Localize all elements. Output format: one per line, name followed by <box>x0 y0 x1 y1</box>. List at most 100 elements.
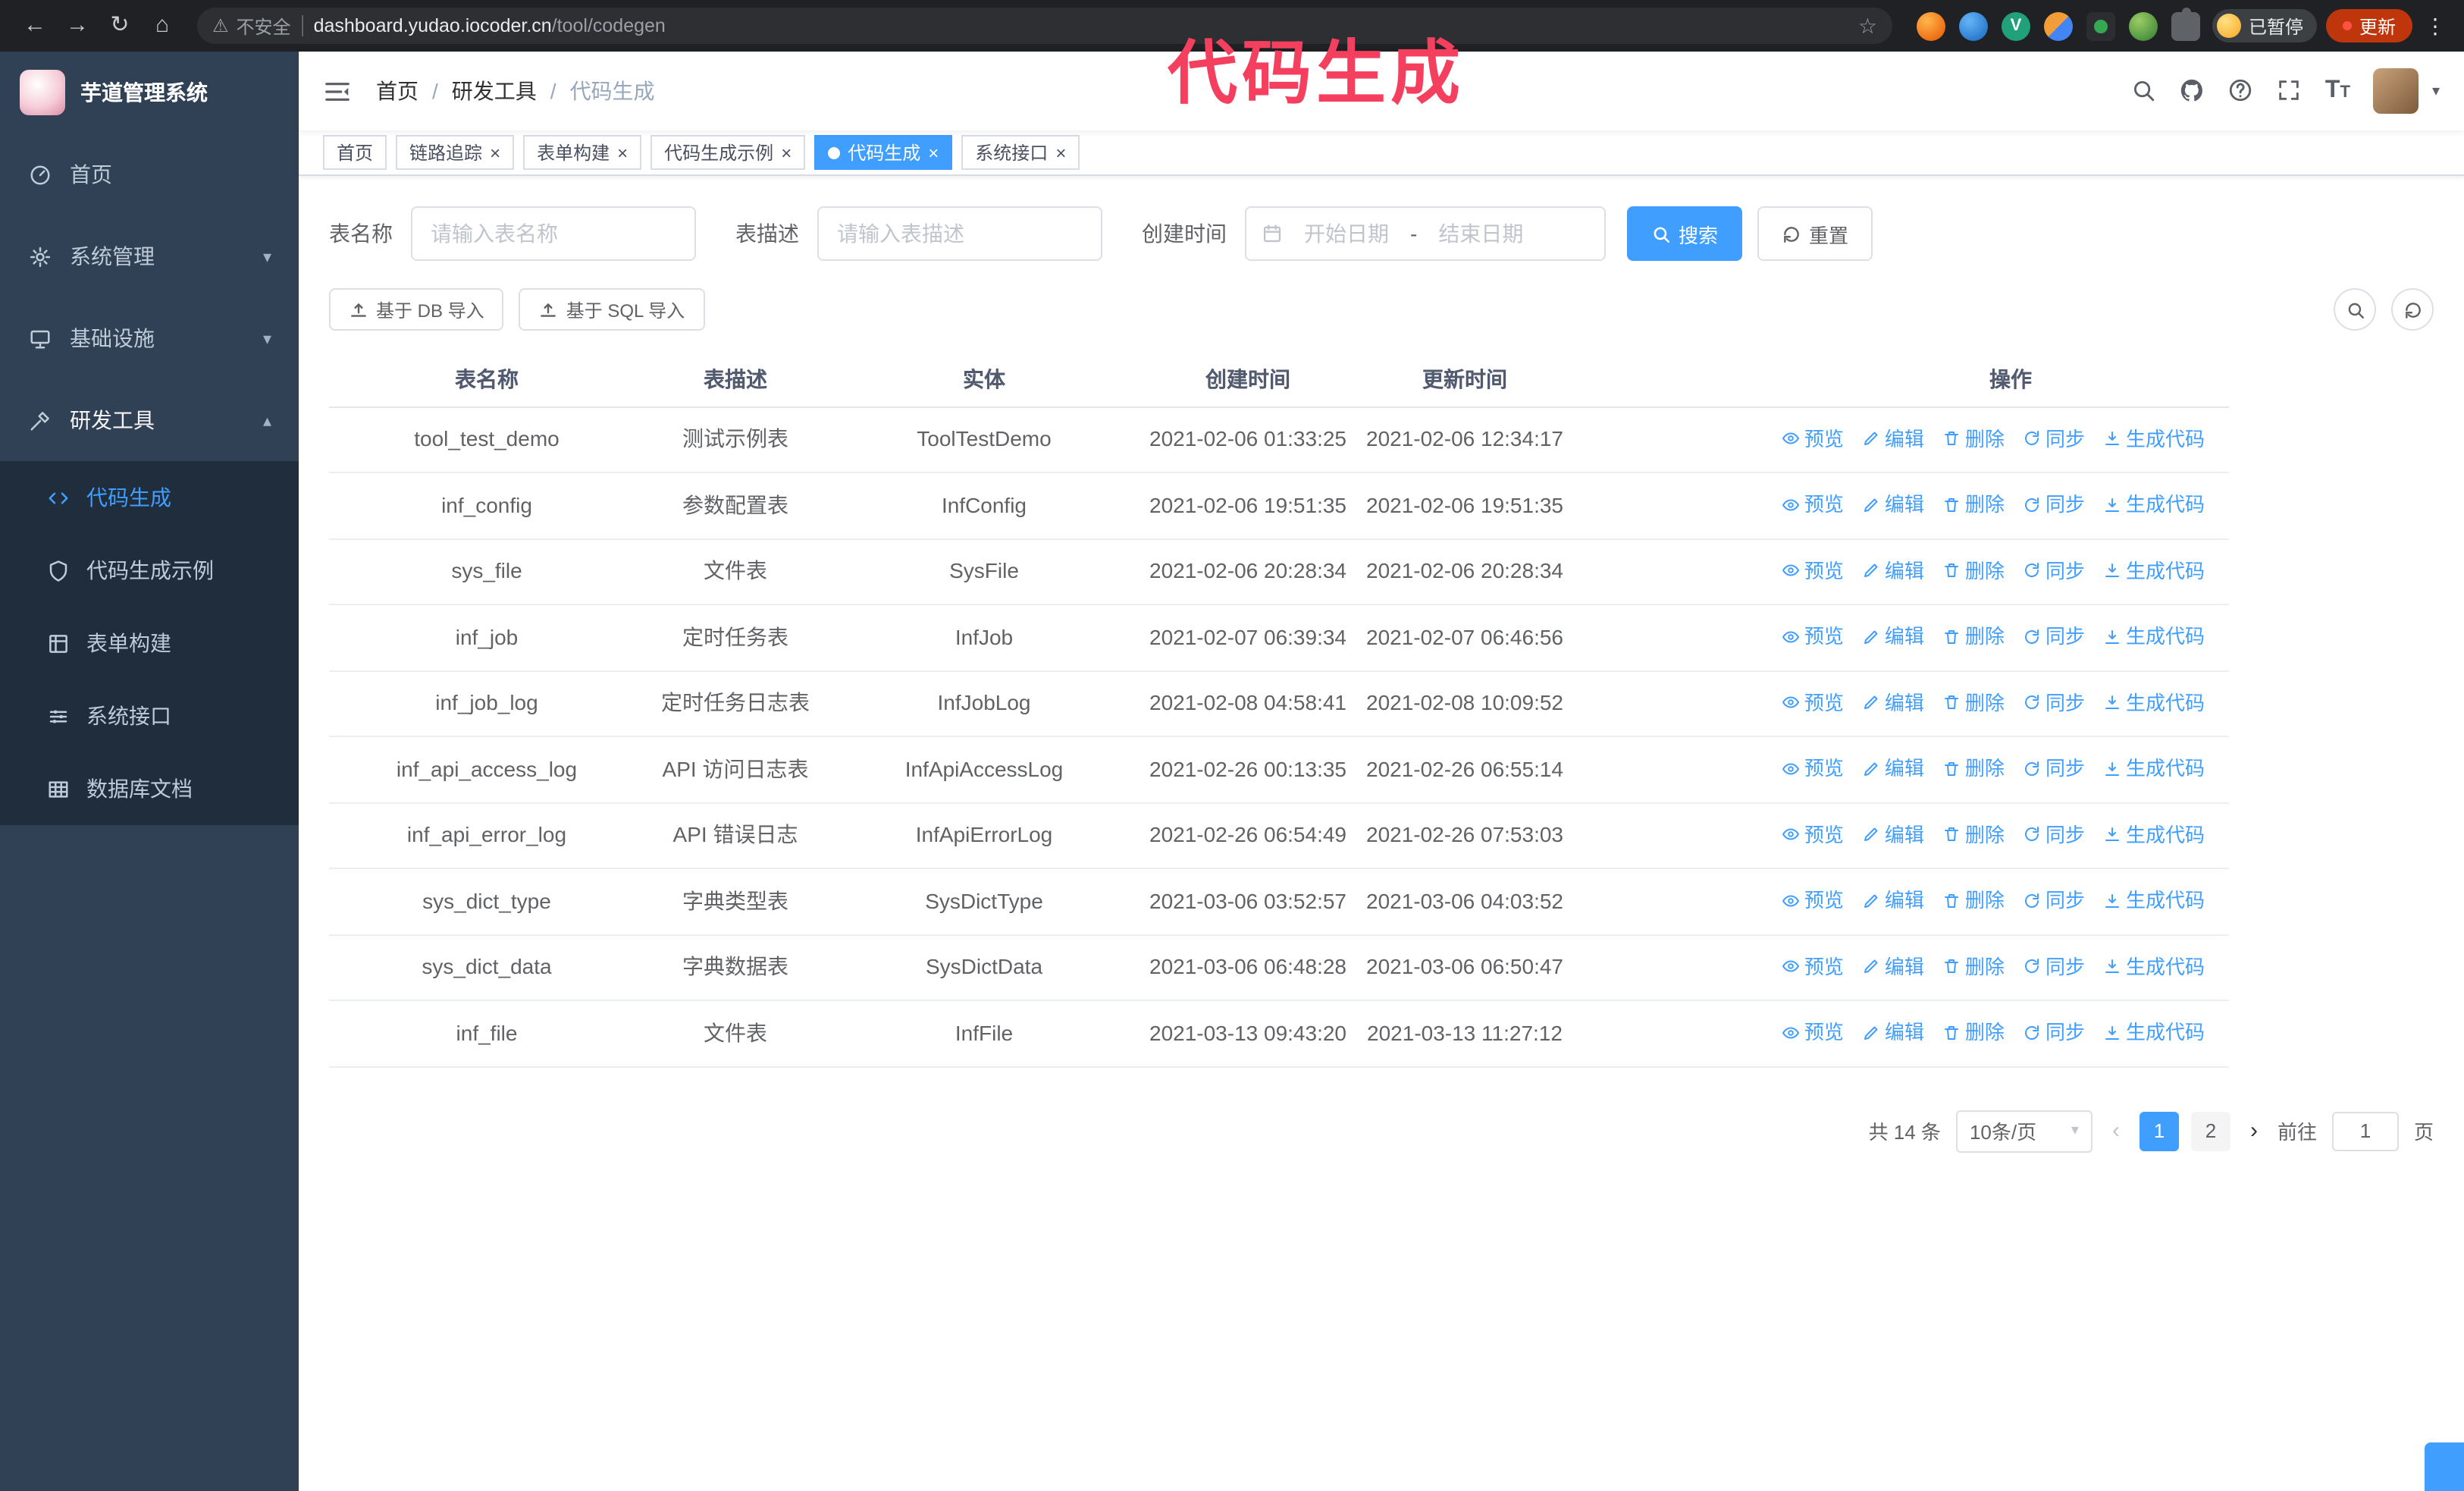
row-action-delete[interactable]: 删除 <box>1942 422 2005 454</box>
hamburger-icon[interactable] <box>323 77 352 105</box>
row-action-sync[interactable]: 同步 <box>2023 884 2085 916</box>
sidebar-subitem-0[interactable]: 代码生成 <box>0 461 299 534</box>
row-action-edit[interactable]: 编辑 <box>1862 686 1924 718</box>
row-action-download[interactable]: 生成代码 <box>2103 620 2205 652</box>
row-action-edit[interactable]: 编辑 <box>1862 752 1924 784</box>
bookmark-star-icon[interactable]: ☆ <box>1858 13 1877 39</box>
row-action-eye[interactable]: 预览 <box>1782 884 1844 916</box>
users-extension-icon[interactable] <box>2043 11 2073 40</box>
chevron-down-icon[interactable]: ▾ <box>2432 83 2440 99</box>
table-name-input[interactable] <box>411 206 696 261</box>
breadcrumb-item[interactable]: 首页 <box>376 76 419 106</box>
row-action-sync[interactable]: 同步 <box>2023 422 2085 454</box>
sidebar-item-3[interactable]: 研发工具 ▴ <box>0 379 299 461</box>
row-action-eye[interactable]: 预览 <box>1782 422 1844 454</box>
home-icon[interactable]: ⌂ <box>143 6 182 46</box>
row-action-sync[interactable]: 同步 <box>2023 1016 2085 1048</box>
row-action-sync[interactable]: 同步 <box>2023 950 2085 982</box>
leaf-extension-icon[interactable] <box>2128 11 2158 40</box>
close-icon[interactable]: × <box>928 143 939 162</box>
row-action-eye[interactable]: 预览 <box>1782 620 1844 652</box>
row-action-eye[interactable]: 预览 <box>1782 818 1844 850</box>
row-action-edit[interactable]: 编辑 <box>1862 1016 1924 1048</box>
date-range-picker[interactable]: 开始日期 - 结束日期 <box>1245 206 1606 261</box>
reload-icon[interactable]: ↻ <box>100 6 140 46</box>
row-action-eye[interactable]: 预览 <box>1782 1016 1844 1048</box>
row-action-sync[interactable]: 同步 <box>2023 620 2085 652</box>
user-avatar[interactable] <box>2372 68 2419 114</box>
row-action-edit[interactable]: 编辑 <box>1862 488 1924 520</box>
search-button[interactable]: 搜索 <box>1627 206 1743 261</box>
close-icon[interactable]: × <box>490 143 500 162</box>
puzzle-extensions-icon[interactable] <box>2171 7 2200 40</box>
page-button-2[interactable]: 2 <box>2190 1111 2230 1150</box>
row-action-download[interactable]: 生成代码 <box>2103 884 2205 916</box>
forward-icon[interactable]: → <box>58 6 97 46</box>
browser-menu-icon[interactable]: ⋮ <box>2422 13 2449 39</box>
tab-1[interactable]: 链路追踪 × <box>396 135 515 170</box>
row-action-eye[interactable]: 预览 <box>1782 554 1844 586</box>
sidebar-subitem-2[interactable]: 表单构建 <box>0 607 299 680</box>
fullscreen-icon[interactable] <box>2277 77 2303 105</box>
row-action-delete[interactable]: 删除 <box>1942 488 2005 520</box>
browser-update-button[interactable]: 更新 <box>2325 9 2412 42</box>
page-size-select[interactable]: 10条/页 ▾ <box>1955 1110 2093 1152</box>
backtop-button[interactable] <box>2425 1442 2464 1491</box>
table-desc-input[interactable] <box>817 206 1102 261</box>
tab-0[interactable]: 首页 <box>323 135 387 170</box>
row-action-eye[interactable]: 预览 <box>1782 488 1844 520</box>
goto-page-input[interactable] <box>2331 1111 2399 1150</box>
sidebar-item-0[interactable]: 首页 <box>0 133 299 215</box>
row-action-sync[interactable]: 同步 <box>2023 818 2085 850</box>
tab-5[interactable]: 系统接口 × <box>961 135 1080 170</box>
reset-button[interactable]: 重置 <box>1757 206 1873 261</box>
row-action-delete[interactable]: 删除 <box>1942 554 2005 586</box>
row-action-delete[interactable]: 删除 <box>1942 620 2005 652</box>
row-action-download[interactable]: 生成代码 <box>2103 422 2205 454</box>
row-action-eye[interactable]: 预览 <box>1782 686 1844 718</box>
row-action-delete[interactable]: 删除 <box>1942 884 2005 916</box>
back-icon[interactable]: ← <box>15 6 55 46</box>
close-icon[interactable]: × <box>781 143 792 162</box>
page-button-1[interactable]: 1 <box>2139 1111 2179 1150</box>
prev-page-button[interactable]: ‹ <box>2108 1118 2124 1144</box>
row-action-edit[interactable]: 编辑 <box>1862 884 1924 916</box>
profile-paused-badge[interactable]: 已暂停 <box>2212 9 2317 42</box>
row-action-download[interactable]: 生成代码 <box>2103 488 2205 520</box>
tab-4[interactable]: 代码生成 × <box>814 135 953 170</box>
import-sql-button[interactable]: 基于 SQL 导入 <box>519 288 705 331</box>
address-bar[interactable]: ⚠ 不安全 dashboard.yudao.iocoder.cn/tool/co… <box>197 8 1892 44</box>
row-action-edit[interactable]: 编辑 <box>1862 818 1924 850</box>
import-db-button[interactable]: 基于 DB 导入 <box>329 288 504 331</box>
screenshot-extension-icon[interactable] <box>2086 11 2115 40</box>
github-icon[interactable] <box>2180 77 2205 105</box>
sidebar-subitem-3[interactable]: 系统接口 <box>0 680 299 752</box>
font-size-icon[interactable]: TT <box>2325 77 2350 105</box>
row-action-sync[interactable]: 同步 <box>2023 686 2085 718</box>
sidebar-item-2[interactable]: 基础设施 ▾ <box>0 297 299 379</box>
close-icon[interactable]: × <box>617 143 628 162</box>
sidebar-subitem-1[interactable]: 代码生成示例 <box>0 534 299 607</box>
row-action-download[interactable]: 生成代码 <box>2103 1016 2205 1048</box>
row-action-edit[interactable]: 编辑 <box>1862 554 1924 586</box>
sidebar-subitem-4[interactable]: 数据库文档 <box>0 752 299 825</box>
search-icon[interactable] <box>2131 77 2157 105</box>
close-icon[interactable]: × <box>1055 143 1066 162</box>
refresh-table-button[interactable] <box>2391 288 2434 331</box>
row-action-delete[interactable]: 删除 <box>1942 686 2005 718</box>
row-action-delete[interactable]: 删除 <box>1942 752 2005 784</box>
row-action-edit[interactable]: 编辑 <box>1862 422 1924 454</box>
fox-extension-icon[interactable] <box>1916 11 1945 40</box>
row-action-download[interactable]: 生成代码 <box>2103 950 2205 982</box>
row-action-download[interactable]: 生成代码 <box>2103 752 2205 784</box>
row-action-delete[interactable]: 删除 <box>1942 950 2005 982</box>
sidebar-logo[interactable]: 芋道管理系统 <box>0 52 299 133</box>
breadcrumb-item[interactable]: 研发工具 <box>452 76 537 106</box>
row-action-edit[interactable]: 编辑 <box>1862 950 1924 982</box>
next-page-button[interactable]: › <box>2246 1118 2262 1144</box>
tab-3[interactable]: 代码生成示例 × <box>650 135 806 170</box>
row-action-download[interactable]: 生成代码 <box>2103 686 2205 718</box>
sidebar-item-1[interactable]: 系统管理 ▾ <box>0 215 299 297</box>
row-action-delete[interactable]: 删除 <box>1942 1016 2005 1048</box>
row-action-eye[interactable]: 预览 <box>1782 752 1844 784</box>
